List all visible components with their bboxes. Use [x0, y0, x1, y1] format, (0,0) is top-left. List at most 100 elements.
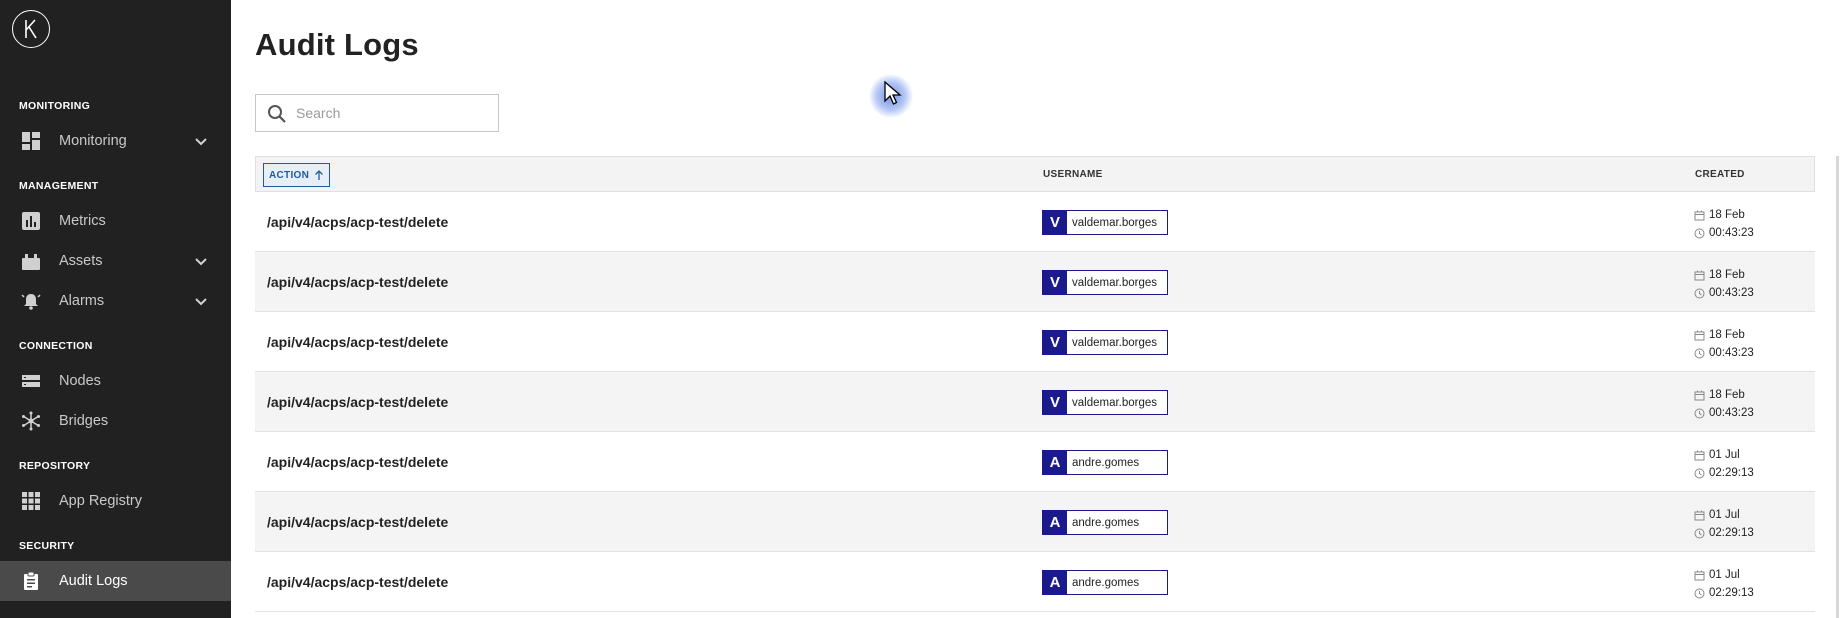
nodes-icon — [21, 371, 41, 391]
user-chip[interactable]: Vvaldemar.borges — [1042, 270, 1168, 295]
chevron-down-icon[interactable] — [194, 294, 208, 308]
username-column-header[interactable]: USERNAME — [1043, 169, 1103, 180]
sidebar-item-bridges[interactable]: Bridges — [0, 401, 231, 441]
user-chip[interactable]: Vvaldemar.borges — [1042, 390, 1168, 415]
created-time: 00:43:23 — [1709, 287, 1754, 299]
table-row[interactable]: /api/v4/acps/acp-test/delete Aandre.gomes… — [255, 432, 1815, 492]
action-column-header[interactable]: ACTION — [263, 163, 331, 187]
calendar-icon — [1694, 330, 1705, 340]
created-date: 18 Feb — [1709, 209, 1745, 221]
sidebar-item-label: Alarms — [59, 293, 105, 309]
username: andre.gomes — [1072, 576, 1140, 589]
bridges-icon — [21, 411, 41, 431]
mouse-cursor — [869, 74, 913, 118]
sidebar-item-monitoring[interactable]: Monitoring — [0, 121, 231, 161]
scrollbar[interactable] — [1836, 156, 1839, 618]
username: andre.gomes — [1072, 516, 1140, 529]
sidebar-item-label: Bridges — [59, 413, 109, 429]
avatar: V — [1043, 391, 1067, 414]
sidebar-item-audit-logs[interactable]: Audit Logs — [0, 561, 231, 601]
sidebar-item-label: Monitoring — [59, 133, 127, 149]
sidebar: MONITORING Monitoring MANAGEMENT Metrics… — [0, 0, 231, 618]
sidebar-item-alarms[interactable]: Alarms — [0, 281, 231, 321]
created-date: 18 Feb — [1709, 269, 1745, 281]
table-row[interactable]: /api/v4/acps/acp-test/delete Aandre.gomes… — [255, 552, 1815, 612]
page-title: Audit Logs — [255, 27, 419, 62]
created-time: 00:43:23 — [1709, 227, 1754, 239]
sidebar-item-metrics[interactable]: Metrics — [0, 201, 231, 241]
clock-icon — [1694, 228, 1705, 238]
clock-icon — [1694, 288, 1705, 298]
avatar: V — [1043, 211, 1067, 234]
section-title-connection: CONNECTION — [19, 340, 93, 352]
sidebar-item-label: App Registry — [59, 493, 143, 509]
created-date: 01 Jul — [1709, 449, 1740, 461]
table-row[interactable]: /api/v4/acps/acp-test/delete Vvaldemar.bo… — [255, 192, 1815, 252]
avatar: A — [1043, 571, 1067, 594]
section-title-security: SECURITY — [19, 540, 75, 552]
created-cell: 01 Jul 02:29:13 — [1694, 446, 1754, 482]
avatar: V — [1043, 331, 1067, 354]
action-cell: /api/v4/acps/acp-test/delete — [267, 454, 449, 470]
created-date: 18 Feb — [1709, 389, 1745, 401]
user-chip[interactable]: Vvaldemar.borges — [1042, 330, 1168, 355]
created-cell: 18 Feb 00:43:23 — [1694, 326, 1754, 362]
search-input[interactable] — [296, 96, 494, 130]
sort-ascending-icon — [315, 169, 324, 180]
calendar-icon — [1694, 510, 1705, 520]
user-chip[interactable]: Aandre.gomes — [1042, 450, 1168, 475]
sidebar-item-app-registry[interactable]: App Registry — [0, 481, 231, 521]
created-date: 18 Feb — [1709, 329, 1745, 341]
username: valdemar.borges — [1072, 336, 1158, 349]
search-box[interactable] — [255, 94, 499, 132]
calendar-icon — [1694, 450, 1705, 460]
created-cell: 01 Jul 02:29:13 — [1694, 506, 1754, 542]
user-chip[interactable]: Aandre.gomes — [1042, 510, 1168, 535]
chart-icon — [21, 211, 41, 231]
sidebar-item-label: Nodes — [59, 373, 101, 389]
created-date: 01 Jul — [1709, 509, 1740, 521]
created-time: 00:43:23 — [1709, 407, 1754, 419]
action-cell: /api/v4/acps/acp-test/delete — [267, 514, 449, 530]
created-cell: 18 Feb 00:43:23 — [1694, 386, 1754, 422]
section-title-repository: REPOSITORY — [19, 460, 91, 472]
calendar-icon — [1694, 270, 1705, 280]
username: andre.gomes — [1072, 456, 1140, 469]
avatar: A — [1043, 511, 1067, 534]
table-body: /api/v4/acps/acp-test/delete Vvaldemar.bo… — [255, 192, 1815, 612]
table-row[interactable]: /api/v4/acps/acp-test/delete Vvaldemar.bo… — [255, 312, 1815, 372]
avatar: V — [1043, 271, 1067, 294]
assets-icon — [21, 251, 41, 271]
sidebar-item-label: Audit Logs — [59, 573, 128, 589]
calendar-icon — [1694, 390, 1705, 400]
section-title-monitoring: MONITORING — [19, 100, 91, 112]
action-column-label: ACTION — [269, 169, 310, 181]
created-time: 02:29:13 — [1709, 527, 1754, 539]
table-row[interactable]: /api/v4/acps/acp-test/delete Vvaldemar.bo… — [255, 372, 1815, 432]
table-row[interactable]: /api/v4/acps/acp-test/delete Aandre.gomes… — [255, 492, 1815, 552]
logo[interactable] — [12, 10, 50, 48]
action-cell: /api/v4/acps/acp-test/delete — [267, 274, 449, 290]
clipboard-icon — [21, 571, 41, 591]
sidebar-item-label: Assets — [59, 253, 103, 269]
created-column-header[interactable]: CREATED — [1695, 169, 1745, 180]
created-cell: 18 Feb 00:43:23 — [1694, 206, 1754, 242]
search-icon — [267, 104, 287, 124]
clock-icon — [1694, 468, 1705, 478]
audit-log-table: ACTION USERNAME CREATED /api/v4/acps/acp… — [255, 156, 1815, 612]
username: valdemar.borges — [1072, 216, 1158, 229]
user-chip[interactable]: Aandre.gomes — [1042, 570, 1168, 595]
sidebar-item-nodes[interactable]: Nodes — [0, 361, 231, 401]
table-row[interactable]: /api/v4/acps/acp-test/delete Vvaldemar.bo… — [255, 252, 1815, 312]
created-time: 00:43:23 — [1709, 347, 1754, 359]
username: valdemar.borges — [1072, 276, 1158, 289]
action-cell: /api/v4/acps/acp-test/delete — [267, 574, 449, 590]
chevron-down-icon[interactable] — [194, 254, 208, 268]
calendar-icon — [1694, 570, 1705, 580]
sidebar-item-assets[interactable]: Assets — [0, 241, 231, 281]
avatar: A — [1043, 451, 1067, 474]
user-chip[interactable]: Vvaldemar.borges — [1042, 210, 1168, 235]
chevron-down-icon[interactable] — [194, 134, 208, 148]
grid-icon — [21, 491, 41, 511]
action-cell: /api/v4/acps/acp-test/delete — [267, 394, 449, 410]
